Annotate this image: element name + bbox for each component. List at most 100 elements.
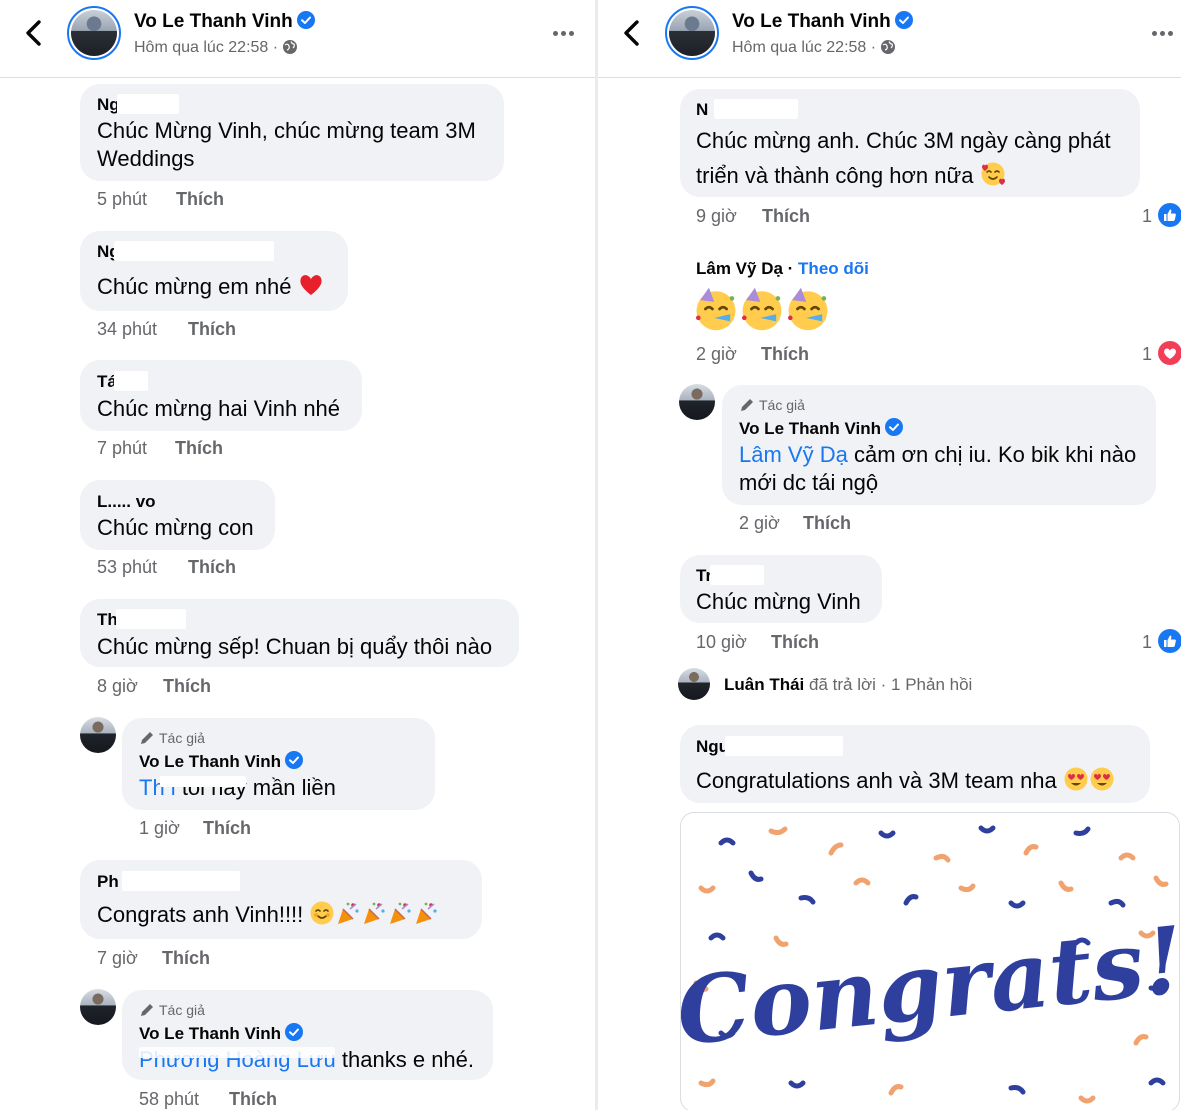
like-button[interactable]: Thích [803, 513, 851, 534]
author-tag: Tác giả [739, 397, 805, 413]
reply-author[interactable]: Vo Le Thanh Vinh [739, 418, 903, 439]
like-button[interactable]: Thích [771, 632, 819, 653]
reaction-count[interactable]: 1 [1142, 344, 1152, 365]
comment-author-label[interactable]: Lâm Vỹ Dạ [696, 259, 783, 278]
reaction-count[interactable]: 1 [1142, 632, 1152, 653]
comment-text-content: Chúc mừng em nhé [97, 274, 292, 299]
like-button[interactable]: Thích [762, 206, 810, 227]
emoji-comment [693, 286, 831, 333]
partying-face-icon [696, 287, 736, 331]
comment-text: Chúc mừng Vinh [696, 589, 861, 614]
more-options-button[interactable] [1152, 22, 1178, 42]
reply-author[interactable]: Vo Le Thanh Vinh [139, 1023, 303, 1044]
post-timestamp[interactable]: Hôm qua lúc 22:58 · [134, 39, 298, 57]
comment-text: Chúc mừng con [97, 515, 254, 540]
heart-eyes-emoji-icon [1090, 767, 1114, 791]
back-button[interactable] [618, 18, 646, 48]
reply-author-label[interactable]: Vo Le Thanh Vinh [739, 419, 881, 438]
heart-eyes-emoji-icon [1064, 767, 1088, 791]
comment-text: Congratulations anh và 3M team nha [696, 766, 1115, 795]
left-screenshot: Vo Le Thanh Vinh Hôm qua lúc 22:58 · Ng … [0, 0, 595, 1110]
thread-reply-action[interactable]: đã trả lời [809, 675, 876, 694]
comment-time[interactable]: 34 phút [97, 319, 157, 340]
comment-text: Chúc mừng hai Vinh nhé [97, 396, 341, 421]
pen-icon [141, 1004, 153, 1016]
more-options-button[interactable] [553, 22, 579, 42]
comment-author[interactable]: Lâm Vỹ Dạ · Theo dõi [696, 259, 869, 279]
reply-author-label[interactable]: Vo Le Thanh Vinh [139, 752, 281, 771]
comment-time[interactable]: 2 giờ [696, 344, 737, 365]
love-reaction-icon[interactable] [1158, 341, 1181, 365]
comment-time[interactable]: 5 phút [97, 189, 147, 210]
like-button[interactable]: Thích [229, 1089, 277, 1110]
comment-time[interactable]: 53 phút [97, 557, 157, 578]
redaction-mask [114, 371, 148, 391]
comment-time[interactable]: 8 giờ [97, 676, 138, 697]
comment-time[interactable]: 10 giờ [696, 632, 747, 653]
dot [1152, 31, 1157, 36]
reply-author-avatar[interactable] [679, 384, 715, 420]
like-button[interactable]: Thích [761, 344, 809, 365]
comment-time[interactable]: 7 giờ [97, 948, 138, 969]
comment-text: Chúc mừng em nhé [97, 272, 324, 301]
like-reaction-icon[interactable] [1158, 629, 1181, 653]
party-popper-icon [338, 902, 360, 924]
like-button[interactable]: Thích [176, 189, 224, 210]
post-author-label[interactable]: Vo Le Thanh Vinh [134, 11, 293, 32]
post-author-label[interactable]: Vo Le Thanh Vinh [732, 11, 891, 32]
post-header: Vo Le Thanh Vinh Hôm qua lúc 22:58 · [598, 0, 1181, 78]
comment-text-content: Congrats anh Vinh!!!! [97, 902, 304, 927]
redaction-mask [116, 609, 186, 629]
comment-author[interactable]: L..... vo [97, 492, 156, 512]
back-button[interactable] [20, 18, 48, 48]
like-button[interactable]: Thích [175, 438, 223, 459]
congrats-gif-image[interactable]: Congrats! [680, 812, 1180, 1110]
like-reaction-icon[interactable] [1158, 203, 1181, 227]
post-time-label[interactable]: Hôm qua lúc 22:58 · [134, 39, 278, 56]
post-time-label[interactable]: Hôm qua lúc 22:58 · [732, 39, 876, 56]
thread-reply-count[interactable]: · 1 Phản hồi [881, 675, 973, 694]
like-button[interactable]: Thích [163, 676, 211, 697]
reply-time[interactable]: 1 giờ [139, 818, 180, 839]
comment-text: Chúc Mừng Vinh, chúc mừng team 3M Weddin… [97, 118, 476, 171]
verified-badge-icon [296, 11, 315, 29]
reply-author-avatar[interactable] [80, 717, 116, 753]
chevron-left-icon [624, 20, 639, 46]
author-tag-label: Tác giả [759, 397, 805, 413]
post-author-name[interactable]: Vo Le Thanh Vinh [134, 11, 315, 33]
party-popper-icon [390, 902, 412, 924]
author-tag-label: Tác giả [159, 1002, 205, 1018]
post-author-name[interactable]: Vo Le Thanh Vinh [732, 11, 913, 33]
reply-time[interactable]: 2 giờ [739, 513, 780, 534]
like-button[interactable]: Thích [203, 818, 251, 839]
reply-author-label[interactable]: Vo Le Thanh Vinh [139, 1024, 281, 1043]
smiling-face-emoji-icon [310, 901, 334, 925]
comment-time[interactable]: 9 giờ [696, 206, 737, 227]
like-button[interactable]: Thích [188, 319, 236, 340]
like-button[interactable]: Thích [162, 948, 210, 969]
verified-badge-icon [285, 1023, 303, 1041]
thread-reply-name[interactable]: Luân Thái [724, 675, 804, 694]
dot [569, 31, 574, 36]
post-timestamp[interactable]: Hôm qua lúc 22:58 · [732, 39, 896, 57]
congrats-text: Congrats! [681, 906, 1180, 1067]
mention-link[interactable]: Lâm Vỹ Dạ [739, 442, 848, 467]
verified-badge-icon [285, 751, 303, 769]
thread-reply-avatar[interactable] [678, 668, 710, 700]
view-replies-link[interactable]: Luân Thái đã trả lời · 1 Phản hồi [724, 675, 972, 695]
reply-author[interactable]: Vo Le Thanh Vinh [139, 751, 303, 772]
author-avatar[interactable] [665, 6, 719, 60]
dot [561, 31, 566, 36]
post-header: Vo Le Thanh Vinh Hôm qua lúc 22:58 · [0, 0, 595, 78]
reply-author-avatar[interactable] [80, 989, 116, 1025]
like-button[interactable]: Thích [188, 557, 236, 578]
follow-button[interactable]: Theo dõi [798, 259, 869, 278]
comment-text-content: Congratulations anh và 3M team nha [696, 768, 1057, 793]
reply-text-content: thanks e nhé. [341, 1047, 475, 1072]
author-avatar[interactable] [67, 6, 121, 60]
pen-icon [141, 732, 153, 744]
comment-text: Chúc mừng sếp! Chuan bị quẩy thôi nào [97, 634, 493, 659]
reaction-count[interactable]: 1 [1142, 206, 1152, 227]
comment-time[interactable]: 7 phút [97, 438, 147, 459]
reply-time[interactable]: 58 phút [139, 1089, 199, 1110]
